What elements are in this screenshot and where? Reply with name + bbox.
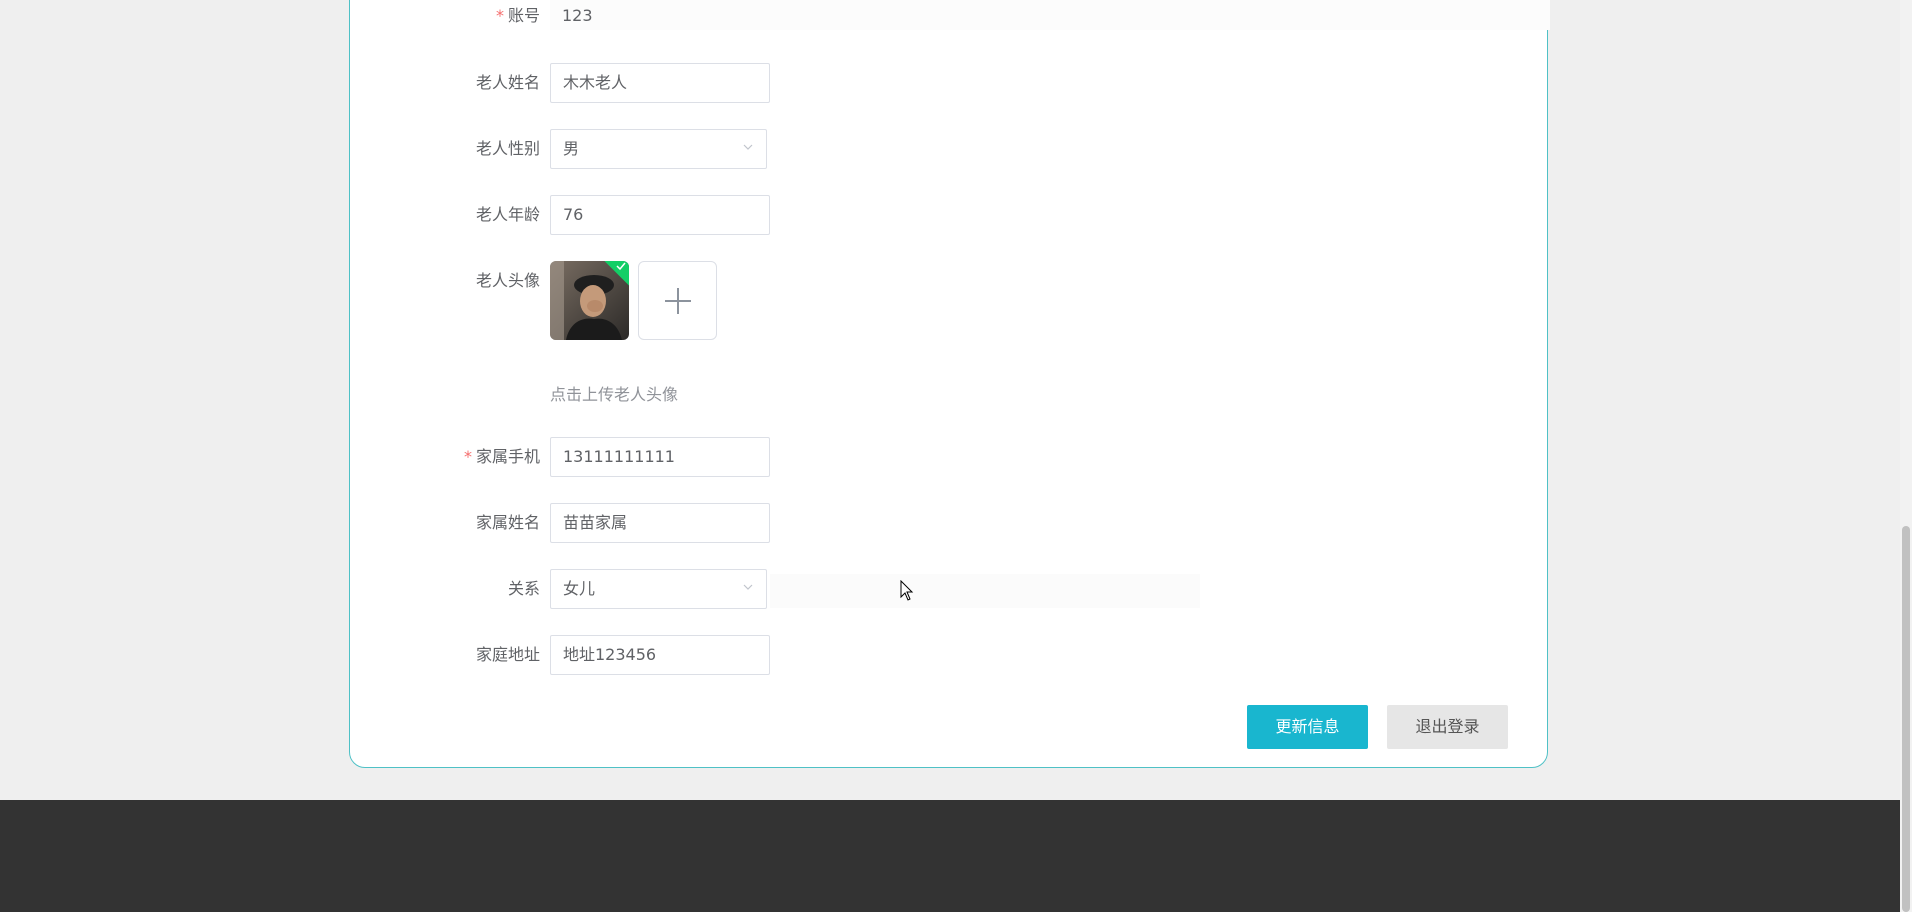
relation-select[interactable]: 女儿 bbox=[550, 569, 767, 609]
family-name-input[interactable]: 苗苗家属 bbox=[550, 503, 770, 543]
elder-age-row: 老人年龄 76 bbox=[0, 195, 1912, 235]
scrollbar-thumb[interactable] bbox=[1902, 526, 1910, 912]
elder-gender-select[interactable]: 男 bbox=[550, 129, 767, 169]
elder-name-label: 老人姓名 bbox=[475, 73, 540, 92]
address-row: 家庭地址 地址123456 bbox=[0, 635, 1912, 675]
elder-age-input[interactable]: 76 bbox=[550, 195, 770, 235]
relation-label: 关系 bbox=[507, 579, 540, 598]
account-label: 账号 bbox=[507, 6, 540, 25]
plus-icon bbox=[663, 286, 693, 320]
upload-add-button[interactable] bbox=[638, 261, 717, 340]
relation-row: 关系 女儿 bbox=[0, 569, 1912, 609]
check-icon bbox=[616, 261, 626, 274]
account-row: * 账号 123 bbox=[0, 0, 1912, 40]
address-input[interactable]: 地址123456 bbox=[550, 635, 770, 675]
family-phone-label: 家属手机 bbox=[475, 447, 540, 466]
elder-avatar-label: 老人头像 bbox=[475, 271, 540, 290]
elder-name-row: 老人姓名 木木老人 bbox=[0, 63, 1912, 103]
elder-name-input[interactable]: 木木老人 bbox=[550, 63, 770, 103]
family-name-label: 家属姓名 bbox=[475, 513, 540, 532]
update-info-button[interactable]: 更新信息 bbox=[1247, 705, 1368, 749]
family-phone-row: * 家属手机 13111111111 bbox=[0, 437, 1912, 477]
elder-gender-row: 老人性别 男 bbox=[0, 129, 1912, 169]
address-label: 家庭地址 bbox=[475, 645, 540, 664]
chevron-down-icon bbox=[742, 570, 754, 608]
elder-avatar-thumbnail[interactable] bbox=[550, 261, 629, 340]
account-value: 123 bbox=[562, 6, 593, 25]
chevron-down-icon bbox=[742, 130, 754, 168]
elder-avatar-row: 老人头像 bbox=[0, 261, 1912, 301]
mouse-cursor-icon bbox=[900, 579, 914, 606]
elder-gender-label: 老人性别 bbox=[475, 139, 540, 158]
elder-gender-value: 男 bbox=[563, 139, 580, 158]
page-footer bbox=[0, 800, 1900, 912]
family-name-row: 家属姓名 苗苗家属 bbox=[0, 503, 1912, 543]
logout-button[interactable]: 退出登录 bbox=[1387, 705, 1508, 749]
family-phone-input[interactable]: 13111111111 bbox=[550, 437, 770, 477]
avatar-upload-hint: 点击上传老人头像 bbox=[550, 385, 679, 404]
relation-value: 女儿 bbox=[563, 579, 596, 598]
elder-age-label: 老人年龄 bbox=[475, 205, 540, 224]
